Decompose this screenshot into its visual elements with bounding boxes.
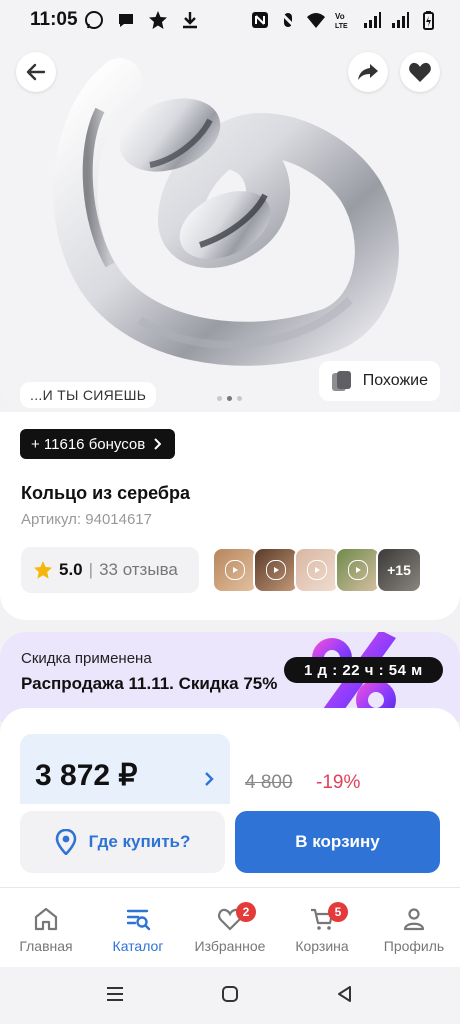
review-video-thumb[interactable] xyxy=(294,547,340,593)
where-to-buy-label: Где купить? xyxy=(88,832,191,851)
back-triangle-icon[interactable] xyxy=(335,984,355,1004)
nav-cart[interactable]: 5 Корзина xyxy=(276,902,368,954)
product-info: + 11616 бонусов Кольцо из серебра Артику… xyxy=(0,412,460,620)
share-button[interactable] xyxy=(348,52,388,92)
where-to-buy-button[interactable]: Где купить? xyxy=(20,811,225,873)
sale-title: Распродажа 11.11. Скидка 75% xyxy=(21,674,278,693)
volte-icon: Vo LTE xyxy=(335,12,348,30)
nav-favorites[interactable]: 2 Избранное xyxy=(184,902,276,954)
signal-icon xyxy=(364,12,381,28)
play-icon xyxy=(307,560,327,580)
add-to-cart-label: В корзину xyxy=(295,832,380,851)
nav-favorites-label: Избранное xyxy=(194,938,266,954)
price-box[interactable]: 3 872 ₽ xyxy=(20,734,230,804)
similar-icon xyxy=(331,371,351,391)
whatsapp-icon xyxy=(85,11,103,29)
nfc-icon xyxy=(252,12,268,28)
product-sku: Артикул: 94014617 xyxy=(21,511,152,528)
favorite-button[interactable] xyxy=(400,52,440,92)
mute-icon xyxy=(279,11,297,29)
chat-icon xyxy=(119,14,133,27)
reviews-count: 33 отзыва xyxy=(99,560,178,579)
back-button[interactable] xyxy=(16,52,56,92)
play-icon xyxy=(266,560,286,580)
bonus-label: + 11616 бонусов xyxy=(31,435,146,453)
home-circle-icon[interactable] xyxy=(220,984,240,1004)
nav-catalog-label: Каталог xyxy=(112,938,164,954)
cart-badge: 5 xyxy=(328,902,348,922)
product-title: Кольцо из серебра xyxy=(21,483,191,503)
review-video-thumb[interactable] xyxy=(335,547,381,593)
more-media-count: +15 xyxy=(387,562,411,578)
nav-profile-label: Профиль xyxy=(383,938,445,954)
nav-profile[interactable]: Профиль xyxy=(368,906,460,954)
review-video-thumb[interactable] xyxy=(253,547,299,593)
nav-cart-label: Корзина xyxy=(295,938,349,954)
star-icon xyxy=(34,561,52,579)
status-time: 11:05 xyxy=(30,9,78,30)
pagination-dot xyxy=(237,396,242,401)
old-price: 4 800 xyxy=(245,772,293,793)
system-navigation-bar xyxy=(0,967,460,1024)
product-image-gallery[interactable]: ...И ТЫ СИЯЕШЬ Похожие xyxy=(0,40,460,412)
current-price: 3 872 ₽ xyxy=(35,759,138,792)
brand-tag: ...И ТЫ СИЯЕШЬ xyxy=(20,382,157,408)
share-icon xyxy=(358,64,378,80)
chevron-right-icon xyxy=(205,772,214,786)
pagination-dot xyxy=(217,396,222,401)
rating-score: 5.0 xyxy=(59,560,83,579)
play-icon xyxy=(348,560,368,580)
location-icon xyxy=(55,829,76,855)
back-icon xyxy=(26,63,46,81)
review-media-strip: +15 xyxy=(212,547,422,593)
rating-button[interactable]: 5.0 | 33 отзыва xyxy=(21,547,199,593)
add-to-cart-button[interactable]: В корзину xyxy=(235,811,440,873)
sale-subtitle: Скидка применена xyxy=(21,650,152,667)
bottom-navigation: Главная Каталог 2 Избранное 5 Корзина Пр… xyxy=(0,887,460,968)
nav-catalog[interactable]: Каталог xyxy=(92,906,184,954)
price-section: 3 872 ₽ 4 800 -19% xyxy=(0,708,460,908)
gallery-pagination xyxy=(217,396,242,401)
wifi-icon xyxy=(307,13,325,28)
rating-divider: | xyxy=(88,560,94,579)
nav-home[interactable]: Главная xyxy=(0,906,92,954)
review-video-thumb[interactable] xyxy=(212,547,258,593)
ring-image xyxy=(53,58,399,366)
svg-text:LTE: LTE xyxy=(335,23,348,30)
signal-icon xyxy=(392,12,409,28)
play-icon xyxy=(225,560,245,580)
chevron-right-icon xyxy=(154,438,162,450)
battery-icon xyxy=(423,11,434,30)
similar-button[interactable]: Похожие xyxy=(318,361,440,401)
catalog-icon xyxy=(126,909,151,931)
bonus-badge[interactable]: + 11616 бонусов xyxy=(20,429,176,459)
home-icon xyxy=(34,907,58,931)
download-icon xyxy=(183,12,197,29)
similar-label: Похожие xyxy=(362,372,428,389)
favorites-badge: 2 xyxy=(236,902,256,922)
svg-text:Vo: Vo xyxy=(335,12,345,21)
profile-icon xyxy=(403,908,425,931)
star-badge-icon xyxy=(149,11,167,29)
recents-icon[interactable] xyxy=(105,984,125,1004)
pagination-dot-active xyxy=(227,396,232,401)
discount-percent: -19% xyxy=(316,772,361,793)
heart-icon xyxy=(409,62,431,82)
nav-home-label: Главная xyxy=(19,938,73,954)
more-media-button[interactable]: +15 xyxy=(376,547,422,593)
status-bar: 11:05 Vo LTE xyxy=(0,0,460,40)
sale-timer: 1 д : 22 ч : 54 м xyxy=(284,657,443,683)
